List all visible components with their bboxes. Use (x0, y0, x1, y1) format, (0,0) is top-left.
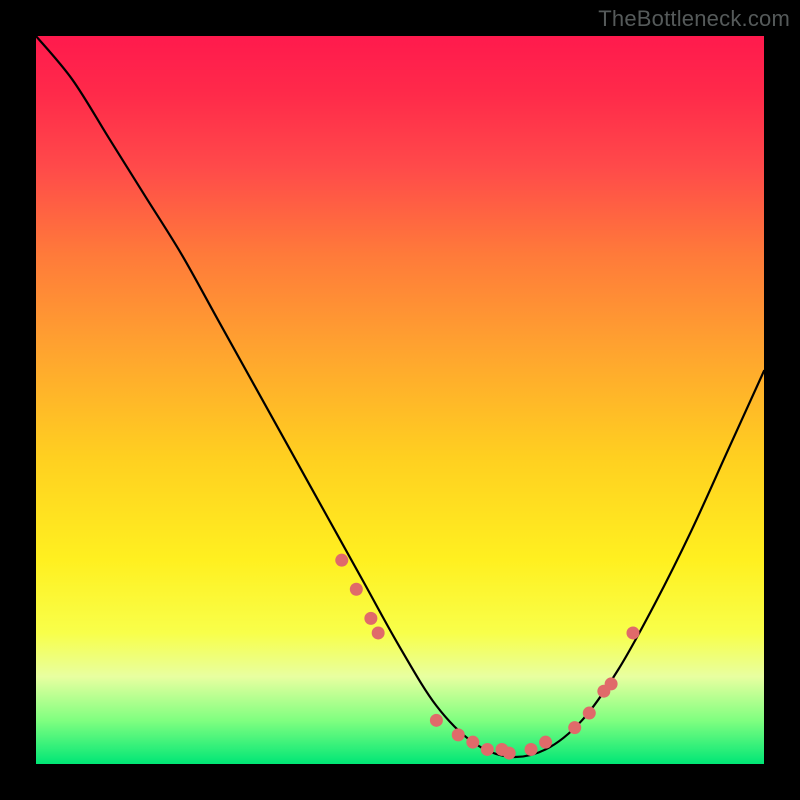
marker-dot (481, 743, 494, 756)
marker-dot (364, 612, 377, 625)
marker-dot (539, 736, 552, 749)
curve-svg (36, 36, 764, 764)
marker-dot (626, 626, 639, 639)
marker-dot (335, 554, 348, 567)
marker-dot (452, 728, 465, 741)
marker-dot (372, 626, 385, 639)
marker-dot (350, 583, 363, 596)
chart-stage: TheBottleneck.com (0, 0, 800, 800)
marker-dot (503, 747, 516, 760)
plot-area (36, 36, 764, 764)
watermark-label: TheBottleneck.com (598, 6, 790, 32)
marker-dot (605, 677, 618, 690)
marker-dot (430, 714, 443, 727)
marker-dot (466, 736, 479, 749)
marker-dot (568, 721, 581, 734)
marker-dots (335, 554, 639, 760)
bottleneck-curve (36, 36, 764, 757)
marker-dot (583, 707, 596, 720)
marker-dot (525, 743, 538, 756)
